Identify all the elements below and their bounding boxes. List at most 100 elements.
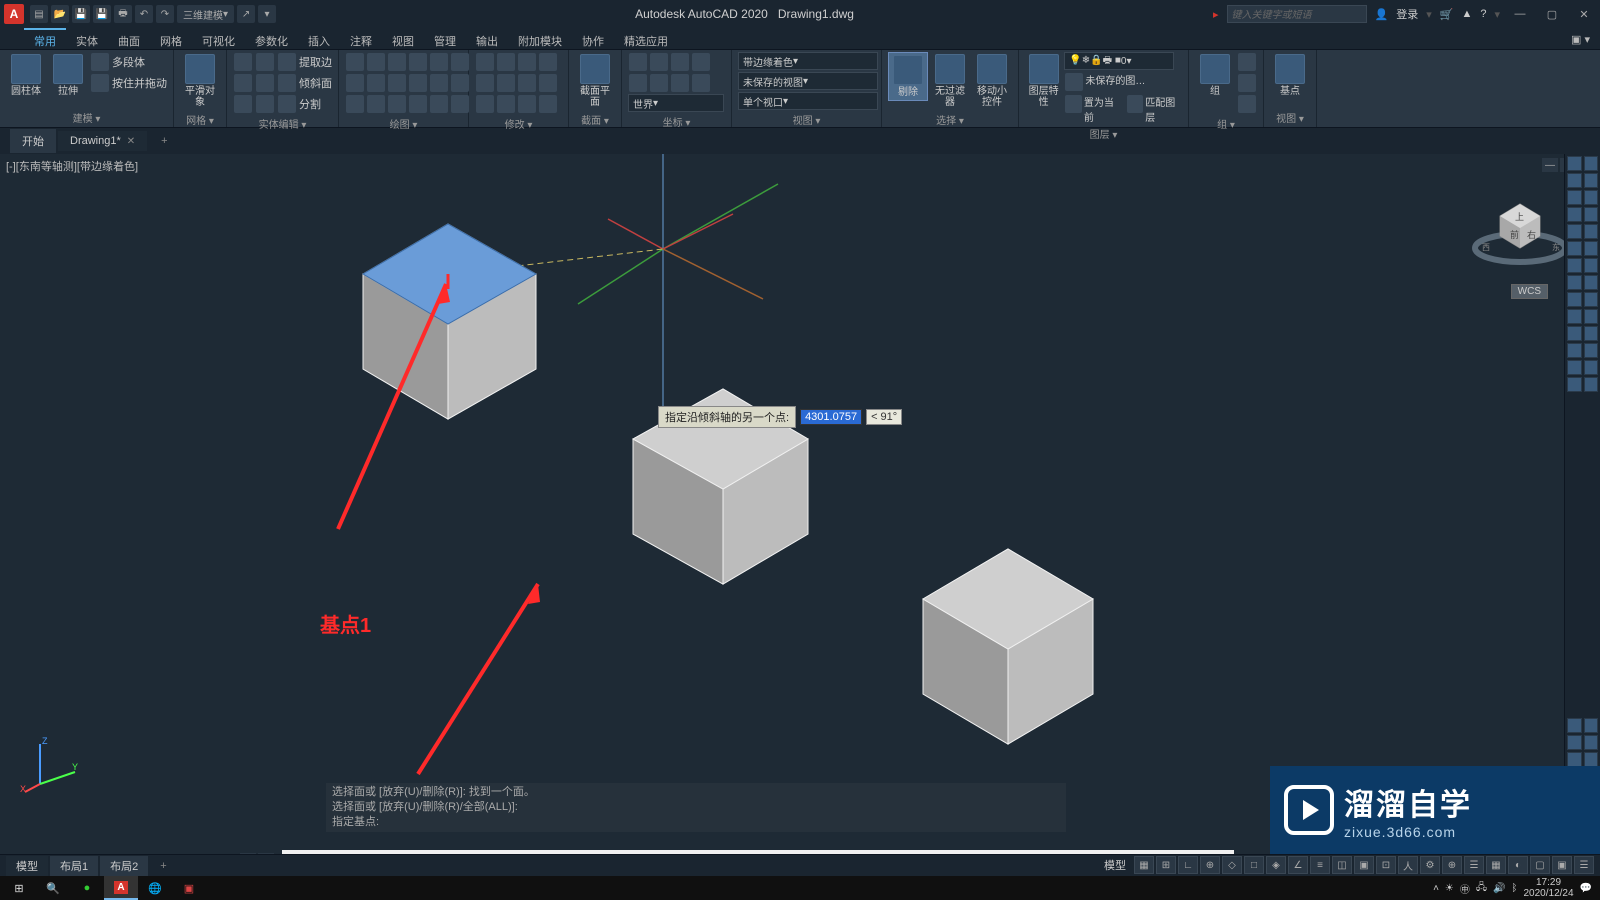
- trim-icon[interactable]: [518, 53, 536, 71]
- rect-icon[interactable]: [430, 53, 448, 71]
- ortho-toggle-icon[interactable]: ∟: [1178, 856, 1198, 874]
- drawing-canvas[interactable]: [-][东南等轴测][带边缘着色] — ▢ ✕: [0, 154, 1600, 854]
- mirror-icon[interactable]: [497, 74, 515, 92]
- ucs7-icon[interactable]: [671, 74, 689, 92]
- pal-icon[interactable]: [1584, 752, 1599, 767]
- groupsm3-icon[interactable]: [1238, 95, 1256, 113]
- xline-icon[interactable]: [367, 74, 385, 92]
- annomon-icon[interactable]: ⊕: [1442, 856, 1462, 874]
- cull-button[interactable]: 剔除: [888, 52, 928, 101]
- tab-expand-icon[interactable]: ▣ ▾: [1561, 28, 1600, 49]
- ucs-icon[interactable]: [629, 53, 647, 71]
- search-input[interactable]: 键入关键字或短语: [1227, 5, 1367, 23]
- pal-icon[interactable]: [1567, 156, 1582, 171]
- offset-icon[interactable]: [539, 95, 557, 113]
- tab-mesh[interactable]: 网格: [150, 28, 192, 49]
- qat-share-icon[interactable]: ↗: [237, 5, 255, 23]
- powerpoint-icon[interactable]: ▣: [172, 876, 206, 900]
- tab-solid[interactable]: 实体: [66, 28, 108, 49]
- baseview-button[interactable]: 基点: [1270, 52, 1310, 99]
- wipeout-icon[interactable]: [409, 95, 427, 113]
- split-button[interactable]: 分割: [233, 94, 332, 114]
- ucs6-icon[interactable]: [650, 74, 668, 92]
- grid-toggle-icon[interactable]: ▦: [1134, 856, 1154, 874]
- pal-icon[interactable]: [1567, 377, 1582, 392]
- panel-modify-label[interactable]: 修改 ▾: [475, 114, 562, 133]
- panel-modeling-label[interactable]: 建模 ▾: [6, 108, 167, 127]
- qat-open-icon[interactable]: 📂: [51, 5, 69, 23]
- pal-icon[interactable]: [1567, 173, 1582, 188]
- spline-icon[interactable]: [346, 74, 364, 92]
- maximize-icon[interactable]: ▢: [1540, 4, 1564, 24]
- taperface-button[interactable]: 倾斜面: [233, 73, 332, 93]
- pal-icon[interactable]: [1584, 377, 1599, 392]
- qat-redo-icon[interactable]: ↷: [156, 5, 174, 23]
- app-logo[interactable]: A: [4, 4, 24, 24]
- ucs-icon-3d[interactable]: Z Y X: [20, 734, 80, 794]
- pal-icon[interactable]: [1584, 207, 1599, 222]
- layerstate-icon[interactable]: [1065, 73, 1083, 91]
- stretch-icon[interactable]: [476, 95, 494, 113]
- rotate-icon[interactable]: [497, 53, 515, 71]
- help-icon[interactable]: ?: [1480, 8, 1486, 20]
- tab-view[interactable]: 视图: [382, 28, 424, 49]
- layer-dropdown[interactable]: 💡❄🔒🖶 ■ 0 ▾: [1064, 52, 1174, 70]
- tab-output[interactable]: 输出: [466, 28, 508, 49]
- array-icon[interactable]: [518, 95, 536, 113]
- point-icon[interactable]: [409, 74, 427, 92]
- savedview-dropdown[interactable]: 未保存的视图 ▾: [738, 72, 878, 90]
- pal-icon[interactable]: [1567, 190, 1582, 205]
- panel-layer-label[interactable]: 图层 ▾: [1025, 124, 1182, 143]
- erase-icon[interactable]: [539, 53, 557, 71]
- dyn-distance-input[interactable]: 4301.0757: [800, 409, 862, 425]
- pal-icon[interactable]: [1584, 309, 1599, 324]
- presspull-button[interactable]: 按住并拖动: [90, 73, 167, 93]
- close-icon[interactable]: ✕: [1572, 4, 1596, 24]
- tray-vol-icon[interactable]: 🔊: [1493, 883, 1505, 894]
- pal-icon[interactable]: [1567, 224, 1582, 239]
- infocenter-icon[interactable]: 👤: [1375, 8, 1389, 21]
- cube-3[interactable]: [923, 549, 1093, 744]
- tab-manage[interactable]: 管理: [424, 28, 466, 49]
- drawing-tab[interactable]: Drawing1*✕: [58, 131, 147, 151]
- ucs2-icon[interactable]: [650, 53, 668, 71]
- ucs8-icon[interactable]: [692, 74, 710, 92]
- minimize-icon[interactable]: —: [1508, 4, 1532, 24]
- 3dosnap-toggle-icon[interactable]: ◈: [1266, 856, 1286, 874]
- line-icon[interactable]: [346, 53, 364, 71]
- gizmo-button[interactable]: 移动小控件: [972, 52, 1012, 110]
- tab-collaborate[interactable]: 协作: [572, 28, 614, 49]
- exchange-icon[interactable]: 🛒: [1440, 8, 1454, 21]
- lwt-toggle-icon[interactable]: ≡: [1310, 856, 1330, 874]
- polar-toggle-icon[interactable]: ⊕: [1200, 856, 1220, 874]
- pal-icon[interactable]: [1584, 360, 1599, 375]
- revcloud-icon[interactable]: [388, 95, 406, 113]
- nofilter-button[interactable]: 无过滤器: [930, 52, 970, 110]
- helix-icon[interactable]: [346, 95, 364, 113]
- qp-toggle-icon[interactable]: ▣: [1354, 856, 1374, 874]
- start-button[interactable]: ⊞: [2, 876, 36, 900]
- pal-icon[interactable]: [1584, 190, 1599, 205]
- cube-1[interactable]: [363, 224, 536, 419]
- chrome-icon[interactable]: 🌐: [138, 876, 172, 900]
- qat-plot-icon[interactable]: 🖶: [114, 5, 132, 23]
- move-icon[interactable]: [476, 53, 494, 71]
- pal-icon[interactable]: [1567, 735, 1582, 750]
- qp2-icon[interactable]: ▦: [1486, 856, 1506, 874]
- donut-icon[interactable]: [367, 95, 385, 113]
- ucs5-icon[interactable]: [629, 74, 647, 92]
- qat-undo-icon[interactable]: ↶: [135, 5, 153, 23]
- fillet-icon[interactable]: [518, 74, 536, 92]
- panel-draw-label[interactable]: 绘图 ▾: [345, 114, 462, 133]
- cylinder-button[interactable]: 圆柱体: [6, 52, 46, 99]
- workspace-dropdown[interactable]: 三维建模 ▾: [177, 5, 234, 23]
- pal-icon[interactable]: [1584, 735, 1599, 750]
- pal-icon[interactable]: [1584, 241, 1599, 256]
- ws-toggle-icon[interactable]: ⚙: [1420, 856, 1440, 874]
- ray-icon[interactable]: [388, 74, 406, 92]
- hw-icon[interactable]: ◐: [1508, 856, 1528, 874]
- share-arrow-icon[interactable]: ▸: [1213, 8, 1219, 21]
- ucs3-icon[interactable]: [671, 53, 689, 71]
- tray-bt-icon[interactable]: ᛒ: [1511, 883, 1517, 894]
- extrude-button[interactable]: 拉伸: [48, 52, 88, 99]
